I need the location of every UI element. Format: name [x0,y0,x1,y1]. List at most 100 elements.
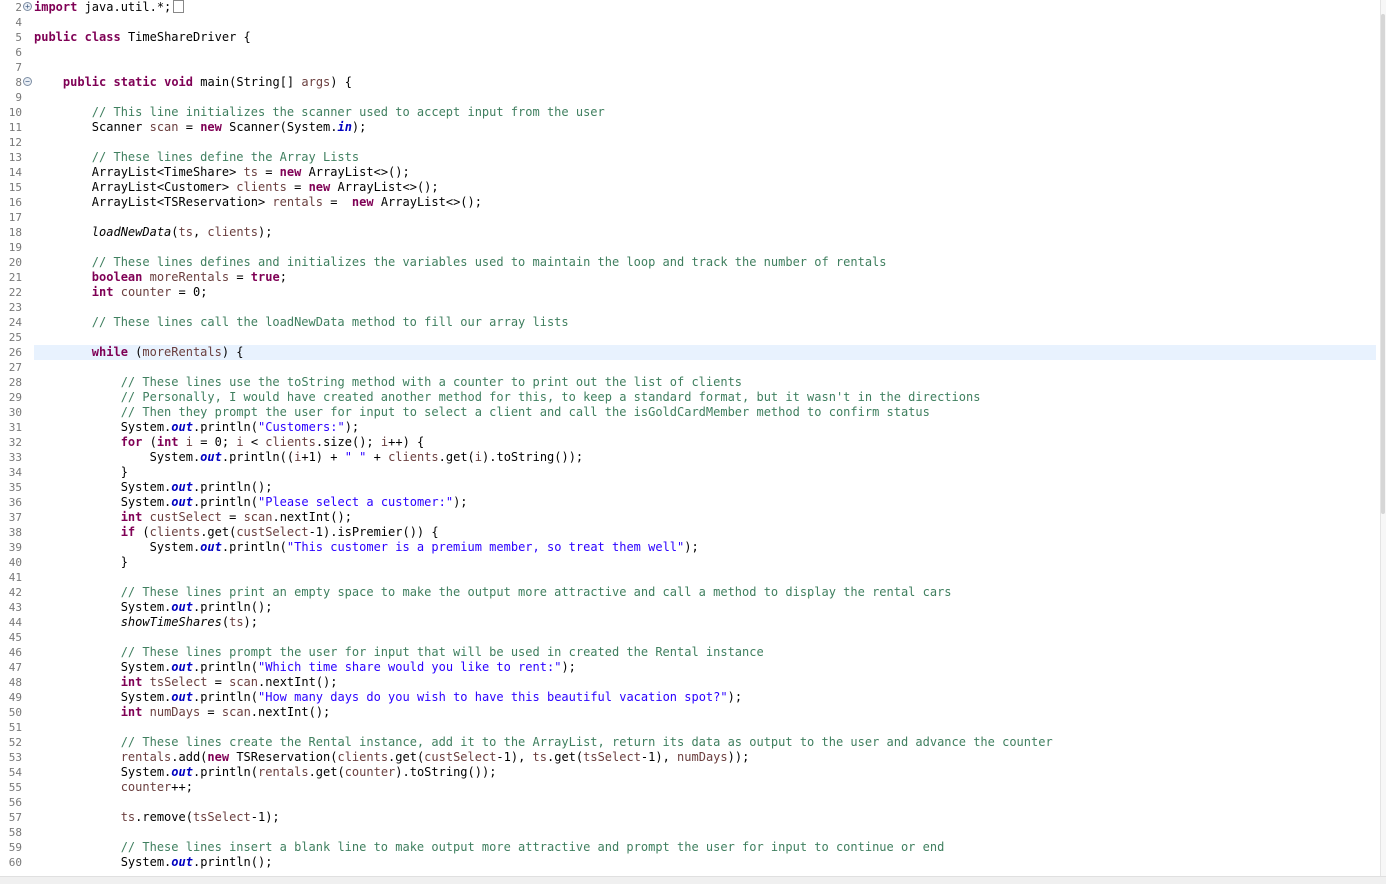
code-line[interactable]: 56 [0,795,1380,810]
code-line[interactable]: 48 int tsSelect = scan.nextInt(); [0,675,1380,690]
code-token: // These lines insert a blank line to ma… [120,840,945,854]
code-line[interactable]: 13 // These lines define the Array Lists [0,150,1380,165]
code-editor[interactable]: 2 + import java.util.*; 4 5 public class Time… [0,0,1380,876]
code-token: = [286,180,309,194]
code-line[interactable]: 9 [0,90,1380,105]
code-token: = 0; [171,285,208,299]
code-line[interactable]: 28 // These lines use the toString metho… [0,375,1380,390]
code-line[interactable]: 8− public static void main(String[] args… [0,75,1380,90]
code-line[interactable]: 35 System.out.println(); [0,480,1380,495]
code-token: "Which time share would you like to rent… [258,660,562,674]
code-line[interactable]: 49 System.out.println("How many days do … [0,690,1380,705]
code-line[interactable]: 46 // These lines prompt the user for in… [0,645,1380,660]
code-line[interactable]: 43 System.out.println(); [0,600,1380,615]
code-token: ArrayList<TimeShare> [34,165,244,179]
code-text: ArrayList<TSReservation> rentals = new A… [34,195,482,210]
code-line[interactable]: 36 System.out.println("Please select a c… [0,495,1380,510]
code-line[interactable]: 32 for (int i = 0; i < clients.size(); i… [0,435,1380,450]
line-number: 25 [8,331,22,344]
code-line[interactable]: 19 [0,240,1380,255]
code-token: out [200,540,222,554]
line-number: 2 [15,1,22,14]
code-line[interactable]: 18 loadNewData(ts, clients); [0,225,1380,240]
code-line[interactable]: 7 [0,60,1380,75]
code-token: for [120,435,143,449]
code-text: System.out.println("Customers:"); [34,420,359,435]
code-line[interactable]: 59 // These lines insert a blank line to… [0,840,1380,855]
code-line[interactable]: 20 // These lines defines and initialize… [0,255,1380,270]
code-text: System.out.println("How many days do you… [34,690,742,705]
code-line[interactable]: 26 [0,345,1380,360]
code-text: System.out.println((i +1) + " " + clients… [34,450,584,465]
collapse-fold-icon[interactable]: − [23,77,32,86]
code-line[interactable]: 21 boolean moreRentals = true; [0,270,1380,285]
code-line[interactable]: 29 // Personally, I would have created a… [0,390,1380,405]
code-line[interactable]: 45 [0,630,1380,645]
code-line[interactable]: 47 System.out.println("Which time share … [0,660,1380,675]
line-number: 7 [15,61,22,74]
code-line[interactable]: 4 [0,15,1380,30]
code-line[interactable]: 38 if (clients.get(custSelect-1).isPremi… [0,525,1380,540]
code-token: showTimeShares [120,615,222,629]
code-line[interactable]: 34 } [0,465,1380,480]
code-line[interactable]: 37 int custSelect = scan.nextInt(); [0,510,1380,525]
code-line[interactable]: 31 System.out.println("Customers:"); [0,420,1380,435]
code-line[interactable]: 6 [0,45,1380,60]
code-line[interactable]: 27 [0,360,1380,375]
code-token: out [200,450,222,464]
code-token: i [236,435,244,449]
code-token: ArrayList<Customer> [34,180,237,194]
code-token: ); [258,225,273,239]
code-text: Scanner scan = new Scanner(System.in); [34,120,367,135]
code-line[interactable]: 58 [0,825,1380,840]
code-line[interactable]: 57 ts.remove(tsSelect-1); [0,810,1380,825]
code-line[interactable]: 54 System.out.println(rentals.get(counte… [0,765,1380,780]
code-token: ( [142,435,157,449]
code-token: clients [265,435,316,449]
code-token: public [34,30,78,44]
code-line[interactable]: 60 System.out.println(); [0,855,1380,870]
code-line[interactable]: 12 [0,135,1380,150]
code-token: void [164,75,193,89]
code-line[interactable]: 39 System.out.println("This customer is … [0,540,1380,555]
folded-imports-icon[interactable] [173,0,185,13]
code-line[interactable]: 50 int numDays = scan.nextInt(); [0,705,1380,720]
code-line[interactable]: 41 [0,570,1380,585]
code-line[interactable]: 25 [0,330,1380,345]
code-line[interactable]: 15 ArrayList<Customer> clients = new Arr… [0,180,1380,195]
code-line[interactable]: 5 public class TimeShareDriver { [0,30,1380,45]
code-line[interactable]: 23 [0,300,1380,315]
code-token: ).toString()); [482,450,584,464]
code-line[interactable]: 22 int counter = 0; [0,285,1380,300]
code-line[interactable]: 52 // These lines create the Rental inst… [0,735,1380,750]
code-token: ); [684,540,699,554]
code-token: System. [34,420,172,434]
code-line[interactable]: 10 // This line initializes the scanner … [0,105,1380,120]
code-line[interactable]: 24 // These lines call the loadNewData m… [0,315,1380,330]
code-line[interactable]: 40 } [0,555,1380,570]
code-line[interactable]: 16 ArrayList<TSReservation> rentals = ne… [0,195,1380,210]
code-line[interactable]: 2 + import java.util.*; [0,0,1380,15]
code-line[interactable]: 30 // Then they prompt the user for inpu… [0,405,1380,420]
code-token: // Then they prompt the user for input t… [120,405,930,419]
code-line[interactable]: 14 ArrayList<TimeShare> ts = new ArrayLi… [0,165,1380,180]
code-line[interactable]: 44 showTimeShares(ts); [0,615,1380,630]
code-line[interactable]: 55 counter++; [0,780,1380,795]
code-token: out [171,480,193,494]
expand-fold-icon[interactable]: + [23,2,32,11]
code-token: ts [243,165,258,179]
code-line[interactable]: 33 System.out.println((i +1) + " " + clie… [0,450,1380,465]
vertical-scrollbar-thumb[interactable] [1381,14,1385,514]
code-line[interactable]: 17 [0,210,1380,225]
code-token: + [366,450,389,464]
code-token: import [34,0,78,14]
line-number: 60 [8,856,22,869]
code-line[interactable]: 11 Scanner scan = new Scanner(System.in)… [0,120,1380,135]
code-line[interactable]: 42 // These lines print an empty space t… [0,585,1380,600]
code-line[interactable]: 53 rentals.add(new TSReservation(clients… [0,750,1380,765]
code-line[interactable]: 51 [0,720,1380,735]
